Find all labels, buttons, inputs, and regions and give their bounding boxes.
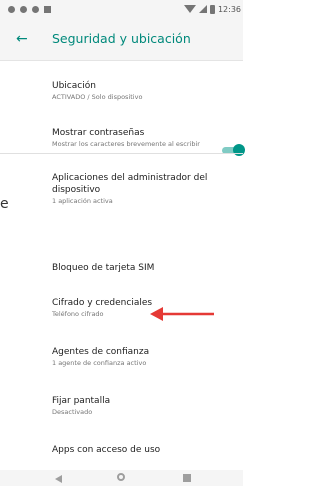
app-bar: ← Seguridad y ubicación xyxy=(0,18,243,61)
divider xyxy=(0,153,243,154)
red-arrow-annotation-icon xyxy=(150,307,214,321)
notification-icon xyxy=(32,5,39,13)
nav-back-icon[interactable] xyxy=(55,475,62,483)
setting-item-mostrar-contrasenas[interactable]: Mostrar contraseñas Mostrar los caracter… xyxy=(52,127,212,149)
status-right: 12:36 xyxy=(183,3,241,15)
status-bar: 12:36 xyxy=(0,0,243,18)
setting-title: Aplicaciones del administrador del dispo… xyxy=(52,173,208,195)
status-time: 12:36 xyxy=(217,4,241,14)
back-arrow-icon[interactable]: ← xyxy=(16,29,36,49)
setting-title: Agentes de confianza xyxy=(52,347,150,357)
notification-icon xyxy=(20,5,27,13)
setting-subtitle: 1 aplicación activa xyxy=(52,197,113,205)
settings-notification-icon xyxy=(8,5,15,13)
setting-title: Apps con acceso de uso xyxy=(52,445,161,455)
edge-text: e xyxy=(0,196,9,212)
show-passwords-toggle[interactable] xyxy=(222,144,245,156)
nav-home-icon[interactable] xyxy=(117,473,125,481)
setting-title: Fijar pantalla xyxy=(52,396,111,406)
toggle-thumb xyxy=(233,144,245,156)
setting-title: Bloqueo de tarjeta SIM xyxy=(52,263,155,273)
setting-subtitle: 1 agente de confianza activo xyxy=(52,359,147,367)
phone-screen: 12:36 ← Seguridad y ubicación Ubicación … xyxy=(0,0,245,486)
setting-item-screen-pinning[interactable]: Fijar pantalla Desactivado xyxy=(52,395,212,417)
signal-icon xyxy=(198,5,207,13)
setting-item-ubicacion[interactable]: Ubicación ACTIVADO / Solo dispositivo xyxy=(52,80,212,102)
nav-recents-icon[interactable] xyxy=(183,474,191,482)
setting-title: Mostrar contraseñas xyxy=(52,128,145,138)
wifi-icon xyxy=(183,5,196,13)
setting-item-trust-agents[interactable]: Agentes de confianza 1 agente de confian… xyxy=(52,346,212,368)
setting-item-device-admin-apps[interactable]: Aplicaciones del administrador del dispo… xyxy=(52,172,212,206)
nav-bar xyxy=(0,470,243,486)
setting-subtitle: Mostrar los caracteres brevemente al esc… xyxy=(52,140,200,148)
setting-subtitle: ACTIVADO / Solo dispositivo xyxy=(52,93,143,101)
page-title: Seguridad y ubicación xyxy=(52,31,191,46)
battery-icon xyxy=(209,4,215,14)
setting-item-usage-access[interactable]: Apps con acceso de uso xyxy=(52,444,212,456)
setting-subtitle: Desactivado xyxy=(52,408,93,416)
status-notification-icons xyxy=(8,4,51,14)
setting-title: Ubicación xyxy=(52,81,96,91)
sim-notification-icon xyxy=(44,5,51,13)
setting-item-sim-lock[interactable]: Bloqueo de tarjeta SIM xyxy=(52,262,212,274)
